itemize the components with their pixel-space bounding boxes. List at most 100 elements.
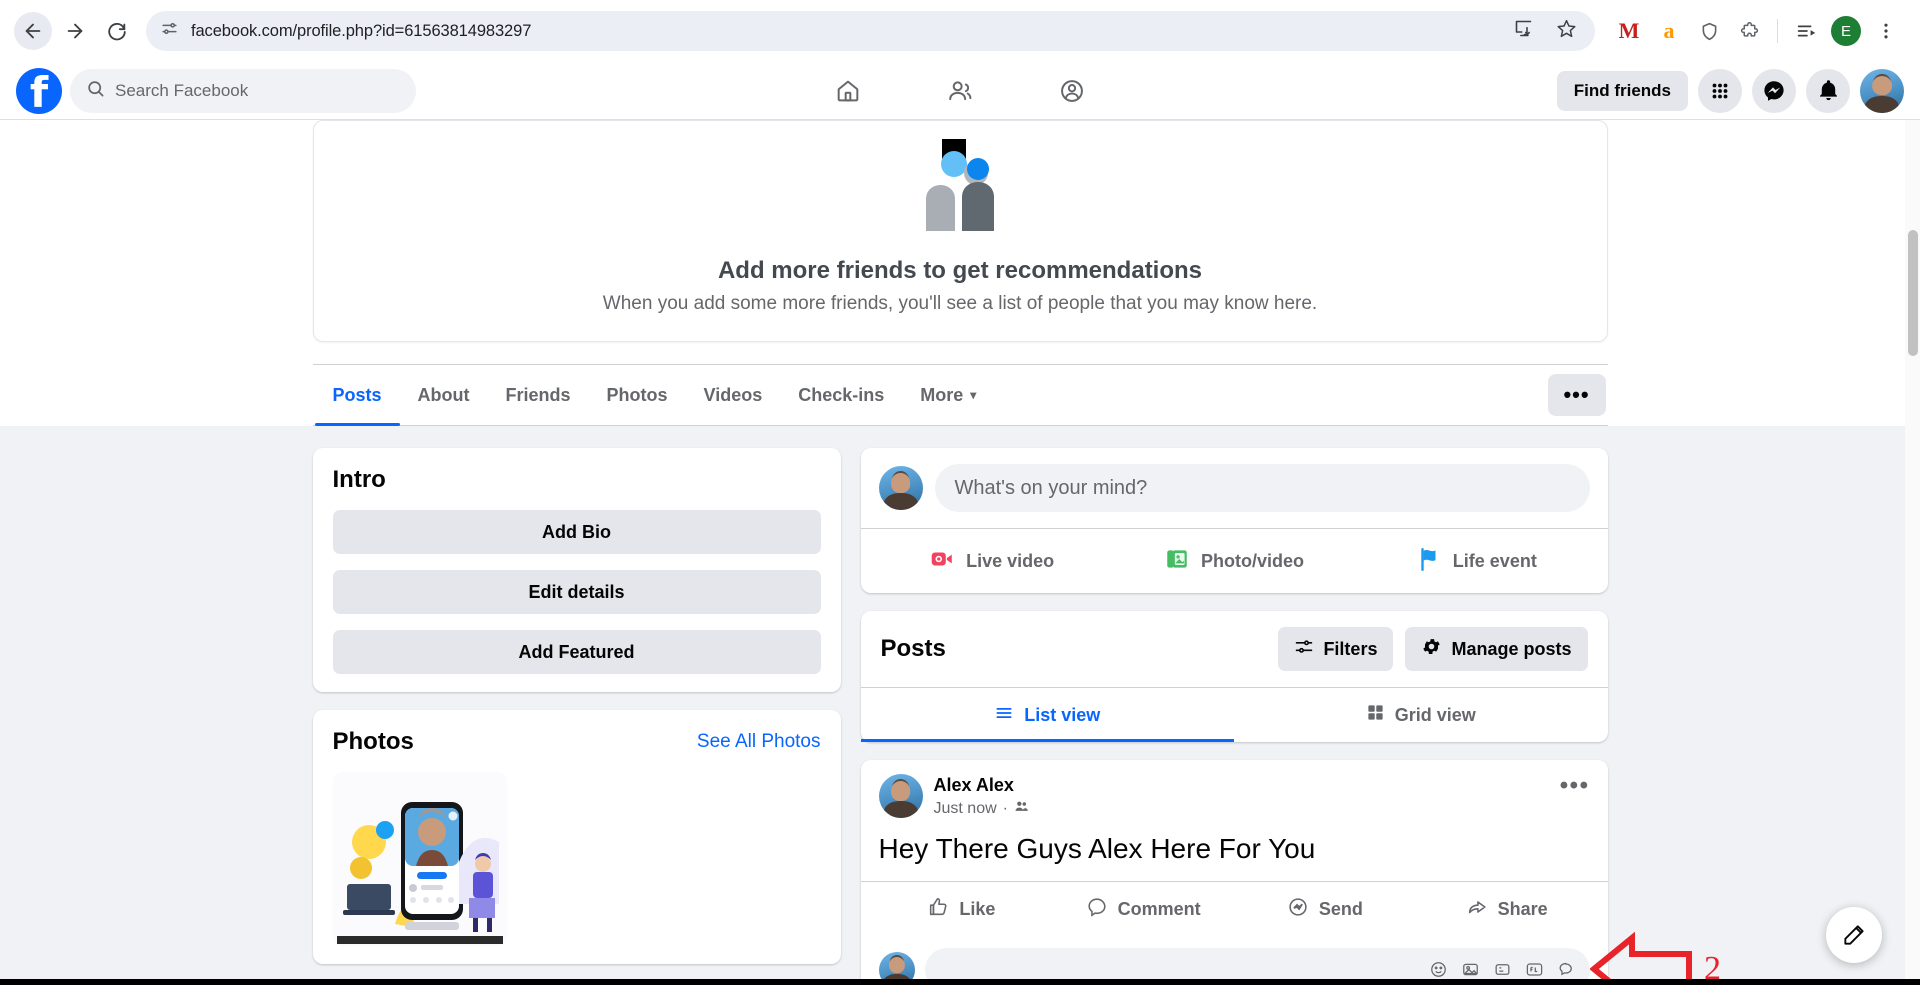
gmail-extension-icon[interactable]: M [1609, 11, 1649, 51]
search-icon [86, 79, 105, 103]
profile-tabs: Posts About Friends Photos Videos Check-… [312, 364, 1608, 426]
browser-forward-button[interactable] [56, 12, 94, 50]
filters-button[interactable]: Filters [1278, 627, 1394, 671]
tab-about[interactable]: About [400, 365, 488, 425]
tab-photos[interactable]: Photos [589, 365, 686, 425]
thumbs-up-icon [927, 896, 949, 923]
intro-card: Intro Add Bio Edit details Add Featured [312, 448, 841, 692]
puzzle-extensions-icon[interactable] [1729, 11, 1769, 51]
search-placeholder: Search Facebook [115, 80, 249, 100]
share-button[interactable]: Share [1416, 887, 1598, 933]
post-author-info: Alex Alex Just now · [934, 774, 1029, 819]
filters-label: Filters [1323, 638, 1378, 659]
browser-profile-avatar[interactable]: E [1826, 11, 1866, 51]
live-video-icon [929, 546, 955, 577]
post-header: Alex Alex Just now · ••• [861, 760, 1608, 819]
browser-back-button[interactable] [14, 12, 52, 50]
photo-video-button[interactable]: Photo/video [1113, 537, 1355, 585]
url-text: facebook.com/profile.php?id=615638149832… [191, 21, 532, 40]
profile-main-area: Intro Add Bio Edit details Add Featured … [0, 426, 1920, 985]
photo-video-icon [1164, 546, 1190, 577]
manage-posts-button[interactable]: Manage posts [1405, 627, 1588, 671]
add-featured-button[interactable]: Add Featured [332, 630, 821, 674]
tab-label: Check-ins [798, 384, 885, 405]
life-event-label: Life event [1452, 550, 1537, 571]
browser-reload-button[interactable] [98, 12, 136, 50]
post-time: Just now [933, 799, 997, 817]
shield-extension-icon[interactable] [1689, 11, 1729, 51]
tab-more[interactable]: More ▾ [902, 365, 994, 425]
recommendations-title: Add more friends to get recommendations [717, 257, 1203, 284]
posts-title: Posts [880, 635, 946, 662]
composer-row: What's on your mind? [861, 448, 1608, 528]
find-friends-button[interactable]: Find friends [1556, 70, 1688, 111]
see-all-photos-link[interactable]: See All Photos [697, 731, 821, 753]
add-bio-button[interactable]: Add Bio [332, 510, 821, 554]
manage-posts-label: Manage posts [1451, 638, 1572, 659]
facebook-logo[interactable]: f [16, 67, 62, 114]
two-people-illustration [334, 139, 1587, 235]
site-settings-icon[interactable] [160, 19, 179, 43]
bell-icon[interactable] [1806, 68, 1850, 113]
posts-header: Posts Filters Manage posts [861, 611, 1608, 687]
life-event-button[interactable]: Life event [1355, 537, 1597, 585]
media-playlist-icon[interactable] [1786, 11, 1826, 51]
recommendations-subtitle: When you add some more friends, you'll s… [602, 293, 1318, 314]
star-bookmark-icon[interactable] [1556, 18, 1577, 44]
profile-initial: E [1831, 16, 1861, 46]
live-video-button[interactable]: Live video [871, 537, 1113, 585]
tab-checkins[interactable]: Check-ins [780, 365, 902, 425]
profile-more-options-button[interactable]: ••• [1547, 374, 1606, 416]
tab-friends[interactable]: Friends [488, 365, 589, 425]
nav-home[interactable] [820, 69, 876, 113]
post-menu-dots-icon[interactable]: ••• [1560, 774, 1590, 798]
browser-toolbar: facebook.com/profile.php?id=615638149832… [0, 0, 1920, 62]
send-messenger-icon [1287, 896, 1309, 923]
tab-label: Friends [505, 384, 571, 405]
like-label: Like [959, 899, 996, 919]
list-view-label: List view [1024, 704, 1101, 725]
view-tabs: List view Grid view [860, 687, 1608, 742]
composer-avatar[interactable] [878, 466, 923, 510]
send-button[interactable]: Send [1234, 887, 1416, 933]
nav-groups[interactable] [1044, 69, 1100, 113]
comment-button[interactable]: Comment [1052, 887, 1234, 933]
compose-fab-button[interactable] [1826, 907, 1882, 963]
amazon-extension-icon[interactable]: a [1649, 11, 1689, 51]
comment-bubble-icon [1086, 896, 1108, 923]
account-avatar[interactable] [1860, 68, 1904, 113]
list-view-tab[interactable]: List view [860, 688, 1235, 742]
profile-tab-list: Posts About Friends Photos Videos Check-… [314, 365, 995, 426]
comment-label: Comment [1117, 899, 1201, 919]
install-app-icon[interactable] [1513, 18, 1534, 44]
grid-icon [1366, 703, 1385, 727]
post-text: Hey There Guys Alex Here For You [878, 832, 1316, 864]
live-video-label: Live video [966, 550, 1055, 571]
scrollbar-thumb[interactable] [1908, 230, 1918, 356]
tab-videos[interactable]: Videos [686, 365, 781, 425]
address-bar[interactable]: facebook.com/profile.php?id=615638149832… [146, 11, 1595, 51]
messenger-icon[interactable] [1752, 68, 1796, 113]
two-column-layout: Intro Add Bio Edit details Add Featured … [312, 448, 1608, 985]
photo-thumbnail[interactable] [332, 772, 507, 946]
tab-label: More [920, 384, 964, 405]
tab-label: Videos [703, 384, 763, 405]
post-action-bar: Like Comment Send Share [860, 880, 1608, 938]
three-dot-menu-icon[interactable] [1866, 11, 1906, 51]
photos-card: Photos See All Photos [312, 710, 841, 964]
nav-friends[interactable] [932, 69, 988, 113]
grid-view-tab[interactable]: Grid view [1234, 688, 1608, 742]
post-author-avatar[interactable] [878, 774, 923, 818]
friends-audience-icon[interactable] [1014, 799, 1029, 819]
bottom-edge-strip [0, 979, 1920, 985]
search-input[interactable]: Search Facebook [70, 68, 416, 113]
post-meta: Just now · [934, 799, 1029, 819]
apps-grid-icon[interactable] [1698, 68, 1742, 113]
composer-actions: Live video Photo/video Life event [860, 528, 1608, 593]
tab-posts[interactable]: Posts [314, 365, 400, 426]
composer-input[interactable]: What's on your mind? [934, 464, 1590, 512]
post-author-name[interactable]: Alex Alex [934, 774, 1029, 797]
page-scrollbar[interactable] [1905, 120, 1920, 985]
like-button[interactable]: Like [871, 887, 1053, 933]
edit-details-button[interactable]: Edit details [332, 570, 821, 614]
